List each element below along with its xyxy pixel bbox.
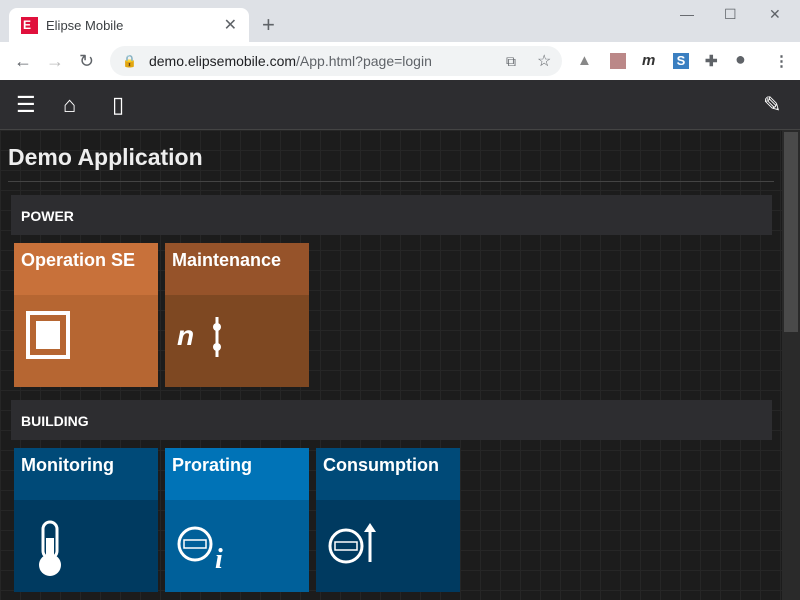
url-path: /App.html?page=login xyxy=(296,53,432,69)
meter-up-icon xyxy=(328,523,376,564)
tile-consumption[interactable]: Consumption xyxy=(316,448,460,592)
hamburger-menu-icon[interactable]: ☰ xyxy=(16,92,36,118)
tile-operation-se[interactable]: Operation SE xyxy=(14,243,158,387)
close-window-icon[interactable]: ✕ xyxy=(769,6,781,23)
maximize-icon[interactable]: ☐ xyxy=(724,6,737,23)
mobile-device-icon[interactable]: ▯ xyxy=(112,92,124,118)
switch-n-icon: n xyxy=(177,317,221,357)
menu-dots-icon[interactable]: ⋮ xyxy=(774,52,789,70)
tile-label: Prorating xyxy=(165,448,309,500)
new-tab-icon[interactable]: + xyxy=(262,12,275,38)
drive-icon[interactable]: ▲ xyxy=(577,52,592,69)
back-icon[interactable]: ← xyxy=(14,51,32,72)
breaker-square-icon xyxy=(26,311,70,359)
m-extension-icon[interactable]: m xyxy=(642,52,655,69)
bookmark-star-icon[interactable]: ☆ xyxy=(537,51,551,71)
tile-label: Maintenance xyxy=(165,243,309,295)
tile-prorating[interactable]: Prorating i xyxy=(165,448,309,592)
extensions-icon[interactable]: ✚ xyxy=(705,52,718,70)
open-external-icon[interactable]: ⧉ xyxy=(506,53,516,70)
main-content: Demo Application POWER Operation SE Main… xyxy=(0,130,782,600)
forward-icon[interactable]: → xyxy=(46,51,64,72)
home-icon[interactable]: ⌂ xyxy=(63,92,76,118)
browser-tab-bar: E Elipse Mobile ✕ + — ☐ ✕ xyxy=(0,0,800,42)
scrollbar-thumb[interactable] xyxy=(784,132,798,332)
tab-title: Elipse Mobile xyxy=(46,17,124,33)
browser-tab[interactable]: E Elipse Mobile ✕ xyxy=(9,8,249,42)
url-host: demo.elipsemobile.com xyxy=(148,53,297,69)
svg-text:i: i xyxy=(215,544,223,575)
divider xyxy=(8,181,774,182)
meter-info-icon: i xyxy=(177,526,223,575)
thermometer-icon xyxy=(39,520,61,576)
edit-pencil-icon[interactable]: ✎ xyxy=(763,92,781,118)
address-bar-row: ← → ↻ 🔒 demo.elipsemobile.com/App.html?p… xyxy=(0,42,800,80)
page-title: Demo Application xyxy=(8,144,203,170)
acrobat-icon[interactable] xyxy=(610,53,626,69)
section-header-building: BUILDING xyxy=(11,400,772,440)
scrollbar[interactable] xyxy=(782,130,800,600)
tab-close-icon[interactable]: ✕ xyxy=(224,15,237,35)
profile-icon[interactable]: ● xyxy=(735,49,746,70)
favicon: E xyxy=(21,16,38,34)
tile-monitoring[interactable]: Monitoring xyxy=(14,448,158,592)
svg-text:n: n xyxy=(177,320,194,351)
lock-icon: 🔒 xyxy=(122,54,137,68)
tile-label: Operation SE xyxy=(14,243,158,295)
minimize-icon[interactable]: — xyxy=(680,6,694,22)
reload-icon[interactable]: ↻ xyxy=(79,51,94,72)
app-toolbar: ☰ ⌂ ▯ ✎ xyxy=(0,80,800,130)
section-header-power: POWER xyxy=(11,195,772,235)
tile-maintenance[interactable]: Maintenance n xyxy=(165,243,309,387)
tile-label: Monitoring xyxy=(14,448,158,500)
s-extension-icon[interactable]: S xyxy=(673,53,689,69)
tile-label: Consumption xyxy=(316,448,460,500)
url-input[interactable]: 🔒 demo.elipsemobile.com/App.html?page=lo… xyxy=(110,46,562,76)
